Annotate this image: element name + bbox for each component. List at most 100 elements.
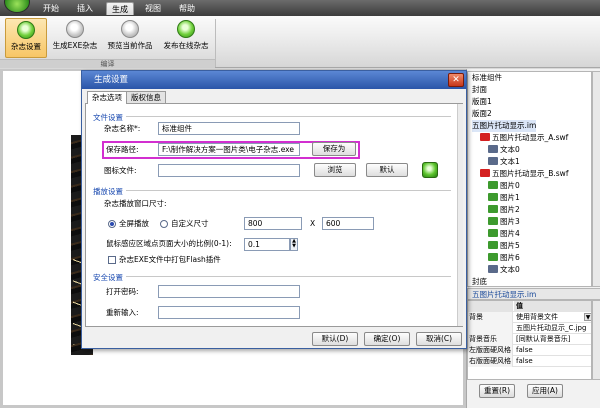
browse-button[interactable]: 浏览: [314, 163, 356, 177]
icon-file-field[interactable]: [158, 164, 300, 177]
chevron-down-icon[interactable]: ▼: [584, 313, 591, 321]
dialog-default-button[interactable]: 默认(D): [312, 332, 358, 346]
property-value[interactable]: 使用背景文件: [514, 312, 591, 323]
gear-icon: [17, 21, 35, 39]
custom-size-radio[interactable]: [160, 220, 168, 228]
reset-button[interactable]: 重置(R): [479, 384, 515, 398]
tree-item-label: 文本0: [500, 145, 520, 154]
tree-item-label: 图片5: [500, 241, 520, 250]
apply-button[interactable]: 应用(A): [527, 384, 563, 398]
tree-item[interactable]: 五图片托动显示_B.swf: [480, 168, 568, 180]
picture-item-icon: [488, 205, 498, 213]
tab-insert[interactable]: 插入: [72, 2, 98, 15]
tree-item[interactable]: 五图片托动显示.im: [472, 120, 537, 132]
properties-header-row: 值: [468, 301, 591, 312]
tree-item[interactable]: 版面2: [472, 108, 492, 120]
menu-bar: 开始 插入 生成 视图 帮助: [0, 0, 600, 16]
tree-item[interactable]: 图片5: [488, 240, 520, 252]
tree-item[interactable]: 文本0: [488, 264, 520, 276]
tree-item[interactable]: 五图片托动显示_A.swf: [480, 132, 568, 144]
tree-item[interactable]: 版面1: [472, 96, 492, 108]
tree-item[interactable]: 文本1: [488, 156, 520, 168]
tab-view[interactable]: 视图: [140, 2, 166, 15]
sensor-ratio-spinner[interactable]: ▲ ▼: [290, 238, 298, 251]
open-password-field[interactable]: [158, 285, 300, 298]
picture-item-icon: [488, 253, 498, 261]
tree-item-label: 五图片托动显示_A.swf: [492, 133, 569, 142]
dialog-ok-button[interactable]: 确定(O): [364, 332, 410, 346]
property-value[interactable]: false: [514, 345, 591, 356]
preview-label: 预览当前作品: [107, 41, 153, 50]
tree-item-label: 图片6: [500, 253, 520, 262]
generate-exe-label: 生成EXE杂志: [52, 41, 98, 50]
property-key: [468, 323, 513, 334]
property-row[interactable]: 右版面硬风格 false: [468, 356, 591, 367]
property-row[interactable]: 左版面硬风格 false: [468, 345, 591, 356]
properties-grid: 值 背景 使用背景文件 ▼ 五图片托动显示_C.jpg 背景音乐 [同默认背景音乐] 左版面…: [467, 300, 592, 380]
fullscreen-label: 全屏播放: [119, 219, 149, 228]
dialog-scrollbar[interactable]: [457, 104, 463, 326]
exe-disc-icon: [66, 20, 84, 38]
file-settings-group: 文件设置: [93, 112, 451, 123]
dialog-title: 生成设置: [94, 75, 129, 85]
properties-title: 五图片托动显示.im: [467, 288, 600, 300]
save-path-field[interactable]: F:\制作解决方案一图片类\电子杂志.exe: [158, 143, 300, 156]
property-value[interactable]: [同默认背景音乐]: [514, 334, 591, 345]
tree-item-label: 图片1: [500, 193, 520, 202]
tree-item[interactable]: 图片4: [488, 228, 520, 240]
tree-item[interactable]: 封面: [472, 84, 487, 96]
tree-item[interactable]: 图片3: [488, 216, 520, 228]
tab-magazine-options[interactable]: 杂志选项: [87, 91, 127, 104]
property-row[interactable]: 五图片托动显示_C.jpg: [468, 323, 591, 334]
file-settings-title: 文件设置: [93, 112, 126, 123]
tree-item[interactable]: 图片2: [488, 204, 520, 216]
tab-help[interactable]: 帮助: [174, 2, 200, 15]
picture-item-icon: [488, 181, 498, 189]
property-value[interactable]: 五图片托动显示_C.jpg: [514, 323, 591, 334]
picture-item-icon: [488, 241, 498, 249]
sensor-ratio-field[interactable]: 0.1: [244, 238, 290, 251]
property-key: 右版面硬风格: [468, 356, 513, 367]
tree-item-label: 封底: [472, 277, 487, 286]
height-field[interactable]: 600: [322, 217, 374, 230]
app-logo-icon[interactable]: [4, 0, 30, 13]
tab-copyright-info[interactable]: 版权信息: [126, 91, 166, 103]
width-field[interactable]: 800: [244, 217, 302, 230]
pack-flash-checkbox[interactable]: [108, 256, 116, 264]
tree-item[interactable]: 文本0: [488, 144, 520, 156]
property-row[interactable]: 背景音乐 [同默认背景音乐]: [468, 334, 591, 345]
tree-item-label: 标准组件: [472, 73, 502, 82]
generate-exe-button[interactable]: 生成EXE杂志: [50, 18, 100, 58]
property-value[interactable]: false: [514, 356, 591, 367]
save-as-button[interactable]: 保存为: [312, 142, 356, 156]
tree-item[interactable]: 封底: [472, 276, 487, 286]
tree-item[interactable]: 图片1: [488, 192, 520, 204]
property-row[interactable]: 背景 使用背景文件 ▼: [468, 312, 591, 323]
repeat-password-field[interactable]: [158, 306, 300, 319]
tree-item[interactable]: 图片0: [488, 180, 520, 192]
tree-item[interactable]: 图片6: [488, 252, 520, 264]
dialog-cancel-button[interactable]: 取消(C): [416, 332, 462, 346]
magazine-settings-label: 杂志设置: [11, 42, 41, 51]
properties-scrollbar[interactable]: [592, 300, 600, 380]
magazine-settings-button[interactable]: 杂志设置: [5, 18, 47, 58]
fullscreen-radio[interactable]: [108, 220, 116, 228]
tree-scrollbar[interactable]: [592, 71, 600, 287]
close-icon[interactable]: ✕: [448, 73, 464, 87]
tree-item[interactable]: 标准组件: [472, 72, 502, 84]
pack-flash-label: 杂志EXE文件中打包Flash插件: [119, 255, 221, 264]
magazine-icon-preview-icon[interactable]: [422, 162, 438, 178]
generate-settings-dialog: 生成设置 ✕ 杂志选项 版权信息 文件设置 杂志名称*: 标准组件 保存路径: …: [81, 70, 467, 349]
tree-item-label: 图片3: [500, 217, 520, 226]
magazine-name-label: 杂志名称*:: [104, 124, 141, 133]
tree-item-label: 五图片托动显示_B.swf: [492, 169, 569, 178]
preview-button[interactable]: 预览当前作品: [104, 18, 156, 58]
default-icon-button[interactable]: 默认: [366, 163, 408, 177]
tab-generate[interactable]: 生成: [106, 2, 134, 15]
picture-item-icon: [488, 229, 498, 237]
publish-online-button[interactable]: 发布在线杂志: [160, 18, 212, 58]
tab-start[interactable]: 开始: [38, 2, 64, 15]
right-panel: 标准组件 封面 版面1 版面2 五图片托动显示.im 五图片托动显示_A.swf 文本0 文本…: [466, 69, 600, 408]
swf-file-icon: [480, 169, 490, 177]
magazine-name-field[interactable]: 标准组件: [158, 122, 300, 135]
